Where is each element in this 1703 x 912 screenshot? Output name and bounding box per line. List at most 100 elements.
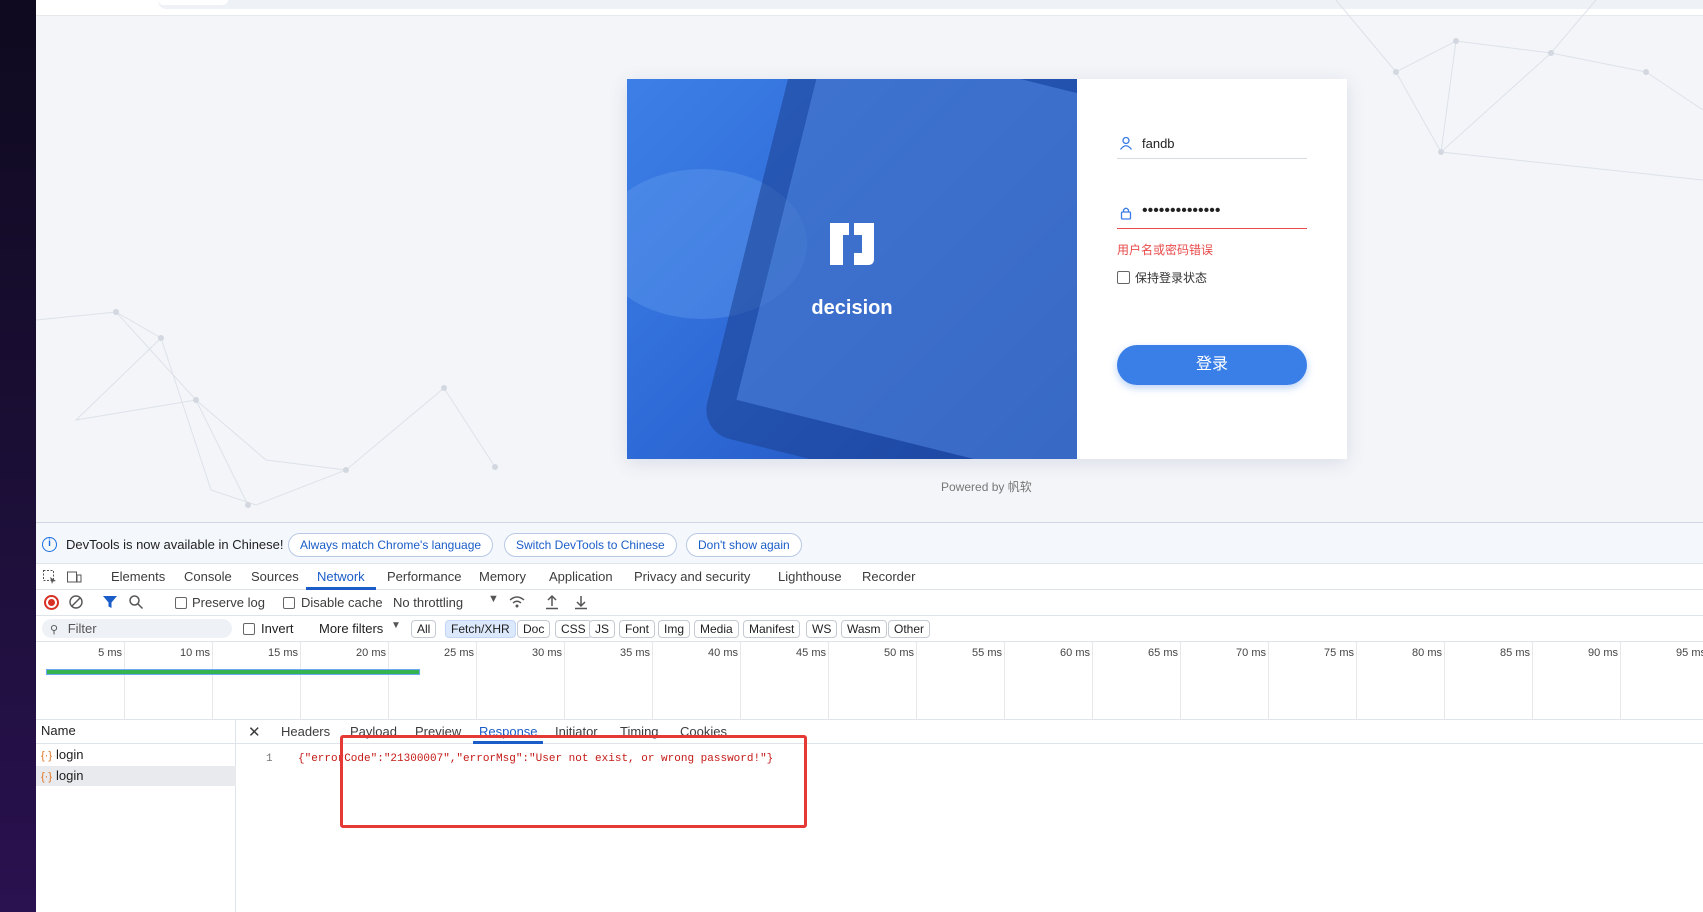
- username-field[interactable]: [1117, 127, 1307, 159]
- tab-memory[interactable]: Memory: [479, 569, 526, 584]
- throttling-select[interactable]: No throttling: [393, 595, 463, 610]
- tab-initiator[interactable]: Initiator: [555, 724, 598, 739]
- decision-logo-icon: [830, 223, 874, 265]
- login-button[interactable]: 登录: [1117, 345, 1307, 385]
- tab-application[interactable]: Application: [549, 569, 613, 584]
- chip-manifest[interactable]: Manifest: [743, 620, 801, 638]
- tab-response[interactable]: Response: [479, 724, 538, 739]
- timeline-tick-label: 95 ms: [1676, 647, 1703, 659]
- password-input[interactable]: [1142, 201, 1302, 221]
- timeline-tick: 60 ms: [1060, 642, 1093, 720]
- tab-performance[interactable]: Performance: [387, 569, 461, 584]
- more-filters-chevron-icon[interactable]: ▼: [391, 620, 401, 631]
- devtools-infobar: i DevTools is now available in Chinese! …: [36, 523, 1703, 564]
- login-form: 用户名或密码错误 保持登录状态 登录: [1077, 79, 1347, 459]
- timeline-tick-label: 85 ms: [1500, 647, 1530, 659]
- search-icon[interactable]: [128, 594, 144, 613]
- request-name: login: [56, 768, 84, 783]
- chip-all[interactable]: All: [411, 620, 437, 638]
- disable-cache-checkbox[interactable]: [283, 597, 295, 609]
- tab-recorder[interactable]: Recorder: [862, 569, 915, 584]
- device-toolbar-icon[interactable]: [66, 569, 82, 585]
- remember-checkbox[interactable]: [1117, 271, 1130, 284]
- timeline-tick-label: 10 ms: [180, 647, 210, 659]
- preserve-log-checkbox[interactable]: [175, 597, 187, 609]
- timeline-tick-label: 65 ms: [1148, 647, 1178, 659]
- chip-other[interactable]: Other: [888, 620, 931, 638]
- timeline-tick: 70 ms: [1236, 642, 1269, 720]
- chip-img[interactable]: Img: [658, 620, 691, 638]
- timeline-tick-label: 75 ms: [1324, 647, 1354, 659]
- filter-input[interactable]: ⚲ Filter: [42, 619, 232, 638]
- tab-cookies[interactable]: Cookies: [680, 724, 727, 739]
- network-conditions-icon[interactable]: [508, 594, 526, 613]
- name-column-header[interactable]: Name: [36, 720, 236, 744]
- chip-doc[interactable]: Doc: [517, 620, 551, 638]
- tab-elements[interactable]: Elements: [111, 569, 165, 584]
- chip-ws[interactable]: WS: [806, 620, 838, 638]
- tab-headers[interactable]: Headers: [281, 724, 330, 739]
- tab-console[interactable]: Console: [184, 569, 232, 584]
- tab-privacy-security[interactable]: Privacy and security: [634, 569, 750, 584]
- request-list: Name {·} login {·} login: [36, 720, 236, 912]
- timeline-tick-label: 55 ms: [972, 647, 1002, 659]
- tab-network[interactable]: Network: [317, 569, 365, 584]
- timeline-tick: 15 ms: [268, 642, 301, 720]
- desktop-edge: [0, 0, 36, 912]
- timeline-tick-label: 50 ms: [884, 647, 914, 659]
- timeline-tick-label: 40 ms: [708, 647, 738, 659]
- chip-fetch-xhr[interactable]: Fetch/XHR: [445, 620, 516, 638]
- preserve-log-label: Preserve log: [192, 595, 265, 610]
- match-language-button[interactable]: Always match Chrome's language: [288, 533, 494, 557]
- record-icon[interactable]: [44, 595, 59, 610]
- timeline-tick: 30 ms: [532, 642, 565, 720]
- timeline-tick-label: 80 ms: [1412, 647, 1442, 659]
- password-field[interactable]: [1117, 197, 1307, 229]
- filter-funnel-icon[interactable]: [102, 594, 118, 613]
- request-row-selected[interactable]: {·} login: [36, 766, 236, 786]
- chip-css[interactable]: CSS: [555, 620, 592, 638]
- request-name: login: [56, 747, 84, 762]
- devtools-panel: i DevTools is now available in Chinese! …: [36, 522, 1703, 912]
- tab-timing[interactable]: Timing: [620, 724, 659, 739]
- xhr-icon: {·}: [41, 750, 53, 762]
- login-page: decision 用户名或密码错误 保: [36, 0, 1703, 522]
- inspect-element-icon[interactable]: [42, 569, 58, 585]
- remember-login[interactable]: 保持登录状态: [1117, 269, 1207, 286]
- chip-media[interactable]: Media: [694, 620, 739, 638]
- devtools-tabs: Elements Console Sources Network Perform…: [36, 564, 1703, 590]
- switch-chinese-button[interactable]: Switch DevTools to Chinese: [504, 533, 677, 557]
- tab-preview[interactable]: Preview: [415, 724, 461, 739]
- request-row[interactable]: {·} login: [36, 745, 236, 765]
- tab-payload[interactable]: Payload: [350, 724, 397, 739]
- username-input[interactable]: [1142, 133, 1302, 153]
- timeline-tick: 80 ms: [1412, 642, 1445, 720]
- more-filters-dropdown[interactable]: More filters: [319, 621, 383, 636]
- lock-icon: [1119, 206, 1133, 220]
- timeline-tick: 85 ms: [1500, 642, 1533, 720]
- xhr-icon: {·}: [41, 771, 53, 783]
- dont-show-again-button[interactable]: Don't show again: [686, 533, 802, 557]
- timeline-tick-label: 15 ms: [268, 647, 298, 659]
- clear-icon[interactable]: [68, 594, 84, 613]
- user-icon: [1119, 136, 1133, 150]
- remember-label: 保持登录状态: [1135, 271, 1208, 285]
- network-toolbar: Preserve log Disable cache No throttling…: [36, 590, 1703, 616]
- invert-label: Invert: [261, 621, 294, 636]
- chip-js[interactable]: JS: [589, 620, 616, 638]
- tab-lighthouse[interactable]: Lighthouse: [778, 569, 842, 584]
- chevron-down-icon[interactable]: ▼: [488, 593, 499, 605]
- timeline-tick: 20 ms: [356, 642, 389, 720]
- invert-checkbox[interactable]: [243, 623, 255, 635]
- upload-icon[interactable]: [545, 594, 559, 613]
- network-timeline[interactable]: 5 ms 10 ms 15 ms 20 ms 25 ms 30 ms 35 ms 40 ms 4…: [36, 642, 1703, 720]
- download-icon[interactable]: [574, 594, 588, 613]
- tab-sources[interactable]: Sources: [251, 569, 299, 584]
- chip-wasm[interactable]: Wasm: [841, 620, 887, 638]
- timeline-tick: 45 ms: [796, 642, 829, 720]
- chip-font[interactable]: Font: [619, 620, 656, 638]
- screen: decision 用户名或密码错误 保: [0, 0, 1703, 912]
- timeline-tick: 55 ms: [972, 642, 1005, 720]
- close-icon[interactable]: ✕: [248, 723, 261, 741]
- filter-placeholder: Filter: [67, 621, 97, 636]
